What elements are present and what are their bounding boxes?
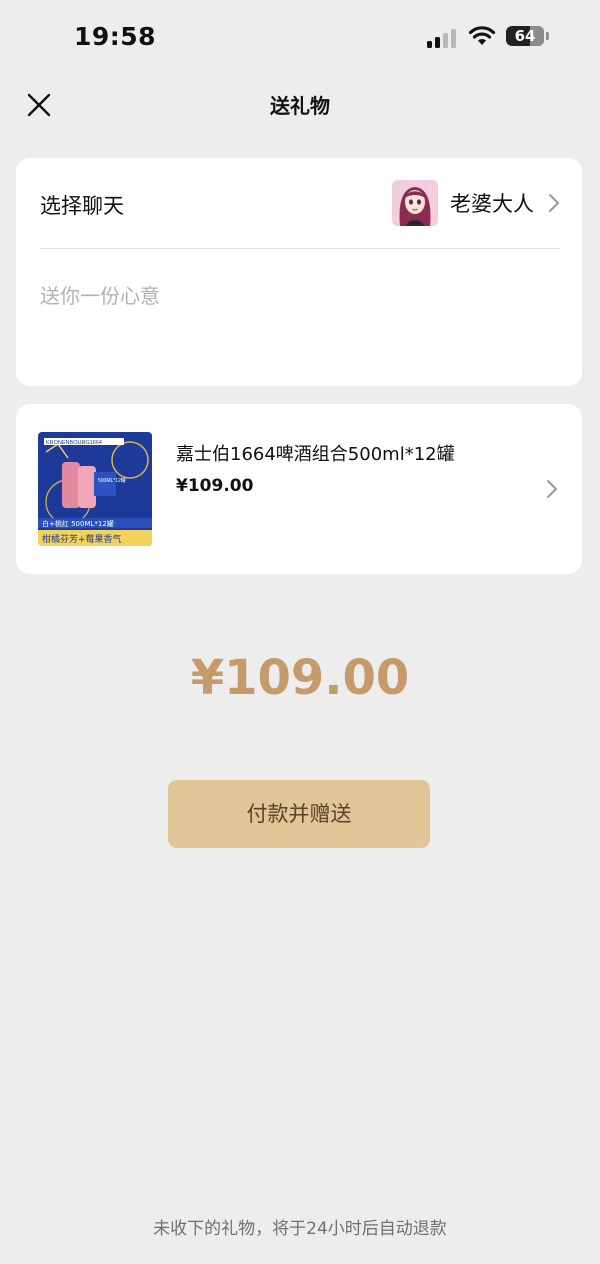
- thumb-bottom-text: 柑橘芬芳+莓果香气: [42, 533, 122, 545]
- avatar: [392, 180, 438, 226]
- refund-notice: 未收下的礼物，将于24小时后自动退款: [153, 1219, 447, 1239]
- product-price: ¥109.00: [176, 476, 254, 496]
- total-amount: ¥109.00: [190, 650, 410, 706]
- recipient-card: 选择聊天 老婆大人 送你一份心意: [16, 158, 582, 386]
- select-chat-label: 选择聊天: [40, 194, 124, 218]
- status-time: 19:58: [74, 22, 157, 51]
- battery-percent: 64: [514, 27, 536, 45]
- product-card[interactable]: KRONENBOURG1664 500ML*12罐 白+桃红 500ML*12罐…: [16, 404, 582, 574]
- thumb-pack-text: 500ML*12罐: [98, 477, 126, 484]
- chevron-right-icon: [549, 194, 559, 212]
- product-image: KRONENBOURG1664 500ML*12罐 白+桃红 500ML*12罐…: [38, 432, 152, 546]
- select-chat-row[interactable]: 老婆大人: [392, 180, 560, 226]
- recipient-name: 老婆大人: [450, 192, 534, 216]
- battery-cap: [546, 32, 549, 40]
- product-name: 嘉士伯1664啤酒组合500ml*12罐: [176, 444, 455, 465]
- gift-message-input[interactable]: 送你一份心意: [40, 280, 160, 309]
- thumb-tagline-text: 白+桃红 500ML*12罐: [42, 519, 114, 528]
- divider: [40, 248, 560, 249]
- wifi-icon: [468, 26, 496, 45]
- pay-and-send-button[interactable]: 付款并赠送: [168, 780, 430, 848]
- battery-icon: 64: [506, 26, 544, 46]
- signal-icon: [427, 28, 459, 48]
- thumb-brand-text: KRONENBOURG1664: [46, 440, 102, 446]
- status-bar: 19:58 64: [0, 0, 600, 70]
- nav-bar: 送礼物: [0, 76, 600, 132]
- chevron-right-icon: [547, 480, 557, 498]
- page-title: 送礼物: [270, 94, 330, 118]
